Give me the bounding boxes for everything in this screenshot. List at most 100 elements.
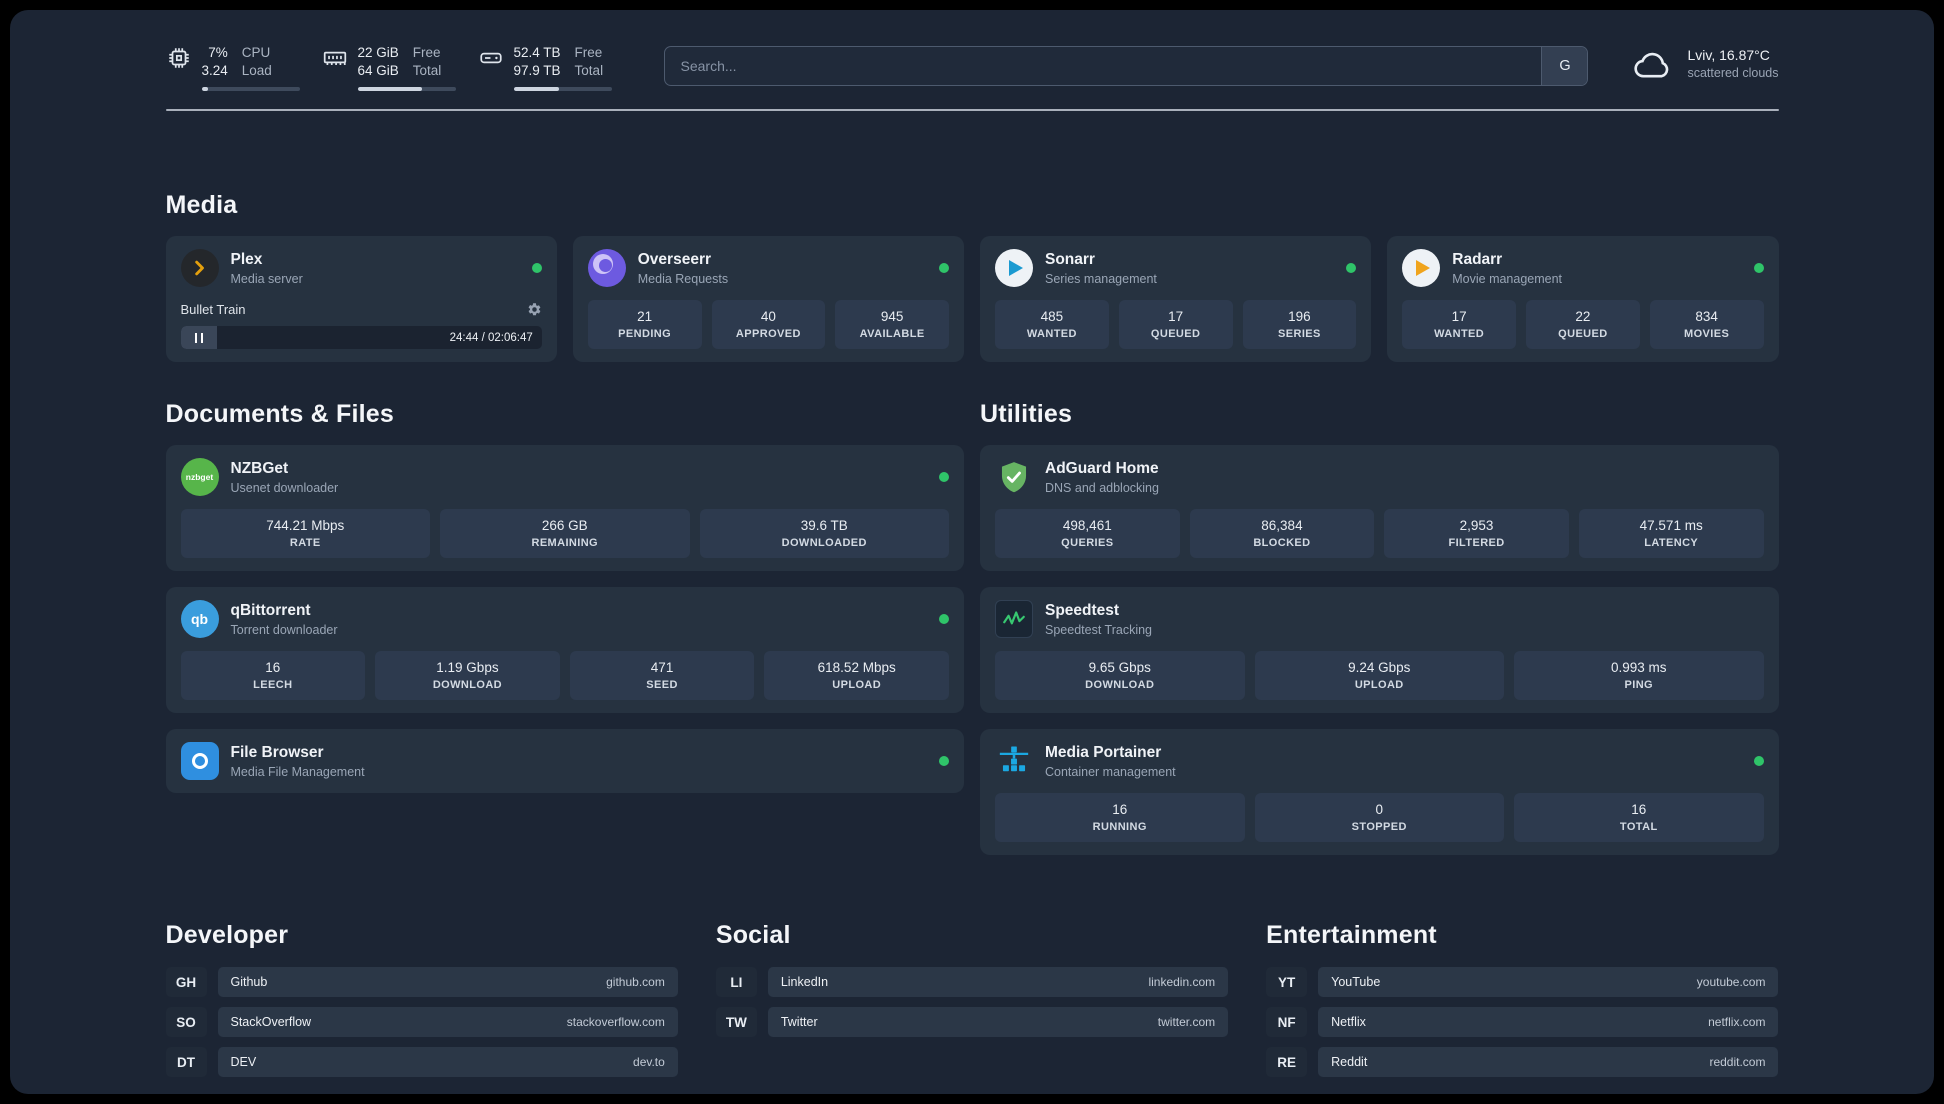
stat-label: WANTED (1026, 328, 1077, 341)
overseerr-app-link[interactable]: Overseerr Media Requests (587, 249, 949, 288)
search-input[interactable] (664, 47, 1542, 85)
stat-tile: 21 PENDING (587, 300, 702, 350)
stat-tile: 834 MOVIES (1649, 300, 1764, 350)
app-card-plex: Plex Media server Bullet Train 24:44 / 0… (165, 236, 557, 363)
settings-gear-icon[interactable] (527, 302, 542, 317)
stat-value: 0 (1375, 802, 1383, 818)
bookmark-url: twitter.com (1157, 1015, 1216, 1030)
weather-widget[interactable]: Lviv, 16.87°C scattered clouds (1632, 46, 1779, 80)
bookmark-link[interactable]: YouTube youtube.com (1318, 967, 1779, 998)
status-dot (531, 263, 542, 274)
app-subtitle: Movie management (1452, 271, 1563, 286)
stat-label: RUNNING (1092, 821, 1147, 834)
speedtest-app-link[interactable]: Speedtest Speedtest Tracking (995, 600, 1764, 639)
stat-label: LATENCY (1644, 537, 1699, 550)
stat-label: WANTED (1434, 328, 1485, 341)
app-name: File Browser (230, 743, 324, 761)
portainer-stats: 16 RUNNING 0 STOPPED 16 TOTAL (995, 780, 1764, 843)
status-dot (939, 263, 949, 274)
filebrowser-app-link[interactable]: File Browser Media File Management (180, 742, 949, 781)
resource-widgets: 7% 3.24 CPU Load 22 GiB 64 GiB Free Tota… (166, 44, 612, 92)
ram-icon (322, 45, 348, 71)
section-documents: Documents & Files nzbget NZBGet Usenet d… (165, 400, 964, 855)
bookmark-name: LinkedIn (780, 975, 829, 990)
stat-tile: 2,953 FILTERED (1384, 509, 1569, 559)
nzbget-app-link[interactable]: nzbget NZBGet Usenet downloader (180, 458, 949, 497)
bookmark-name: StackOverflow (230, 1015, 312, 1030)
adguard-stats: 498,461 QUERIES 86,384 BLOCKED 2,953 FILTERED… (995, 496, 1764, 559)
bookmark-link[interactable]: Reddit reddit.com (1318, 1047, 1779, 1078)
stat-label: DOWNLOADED (781, 537, 867, 550)
stat-value: 744.21 Mbps (266, 518, 345, 534)
pause-button[interactable] (180, 326, 217, 350)
stat-value: 9.24 Gbps (1348, 660, 1411, 676)
stat-label: PING (1624, 679, 1653, 692)
cpu-label-1: CPU (241, 45, 271, 60)
bookmark-link[interactable]: LinkedIn linkedin.com (767, 967, 1229, 998)
stat-tile: 40 APPROVED (711, 300, 826, 350)
stat-value: 9.65 Gbps (1088, 660, 1151, 676)
section-title-documents: Documents & Files (165, 400, 394, 429)
bookmark-link[interactable]: StackOverflow stackoverflow.com (217, 1007, 678, 1038)
cloud-icon (1632, 47, 1674, 79)
bookmark-url: reddit.com (1709, 1055, 1766, 1070)
sonarr-stats: 485 WANTED 17 QUEUED 196 SERIES (995, 287, 1357, 350)
stat-label: QUEUED (1558, 328, 1608, 341)
bookmark-row: YT YouTube youtube.com (1266, 967, 1779, 998)
ram-free-value: 22 GiB (357, 45, 399, 60)
search-engine-button[interactable]: G (1541, 47, 1588, 85)
stat-value: 2,953 (1459, 518, 1494, 534)
stat-label: FILTERED (1448, 537, 1505, 550)
bookmark-row: TW Twitter twitter.com (715, 1007, 1229, 1038)
stat-tile: 485 WANTED (995, 300, 1109, 350)
bookmark-link[interactable]: Twitter twitter.com (767, 1007, 1229, 1038)
disk-label-2: Total (574, 63, 604, 79)
app-name: Media Portainer (1045, 743, 1162, 761)
adguard-app-link[interactable]: AdGuard Home DNS and adblocking (995, 458, 1764, 496)
sonarr-app-link[interactable]: Sonarr Series management (995, 249, 1357, 288)
plex-app-link[interactable]: Plex Media server (180, 249, 542, 288)
stat-tile: 86,384 BLOCKED (1189, 509, 1375, 559)
disk-progress-bar (513, 87, 612, 92)
player-progress[interactable]: 24:44 / 02:06:47 (180, 326, 542, 350)
app-subtitle: Series management (1045, 271, 1157, 286)
portainer-app-link[interactable]: Media Portainer Container management (995, 742, 1764, 780)
radarr-app-link[interactable]: Radarr Movie management (1402, 249, 1764, 288)
disk-icon (478, 45, 504, 71)
overseerr-stats: 21 PENDING 40 APPROVED 945 AVAILABLE (587, 287, 949, 350)
stat-tile: 39.6 TB DOWNLOADED (699, 509, 949, 559)
stat-value: 16 (1631, 802, 1647, 818)
qbittorrent-app-link[interactable]: qb qBittorrent Torrent downloader (180, 600, 949, 639)
app-subtitle: Usenet downloader (230, 480, 339, 495)
filebrowser-icon (180, 742, 219, 781)
stat-tile: 16 LEECH (180, 651, 366, 701)
app-subtitle: Container management (1045, 764, 1176, 779)
section-utilities: Utilities AdGuard Home DNS and adblockin… (980, 400, 1779, 856)
status-dot (939, 756, 949, 767)
bookmark-name: Reddit (1331, 1055, 1368, 1070)
stat-label: AVAILABLE (859, 328, 925, 341)
stat-label: SERIES (1278, 328, 1321, 341)
app-name: Sonarr (1045, 250, 1095, 268)
search-bar: G (663, 46, 1589, 86)
speedtest-stats: 9.65 Gbps DOWNLOAD 9.24 Gbps UPLOAD 0.993 ms… (995, 638, 1764, 701)
speedtest-icon (995, 600, 1033, 639)
bookmark-link[interactable]: Netflix netflix.com (1318, 1007, 1779, 1038)
stat-label: APPROVED (735, 328, 801, 341)
sonarr-icon (995, 249, 1033, 288)
stat-value: 40 (760, 309, 776, 325)
stat-label: BLOCKED (1253, 537, 1311, 550)
bookmark-link[interactable]: DEV dev.to (217, 1047, 678, 1078)
stat-tile: 744.21 Mbps RATE (180, 509, 430, 559)
bookmark-name: DEV (230, 1055, 257, 1070)
bookmark-url: linkedin.com (1148, 975, 1216, 990)
disk-label-1: Free (574, 45, 603, 60)
status-dot (939, 614, 949, 625)
stat-tile: 266 GB REMAINING (440, 509, 690, 559)
stat-value: 618.52 Mbps (817, 660, 896, 676)
stat-tile: 17 QUEUED (1118, 300, 1233, 350)
bookmark-row: DT DEV dev.to (165, 1047, 678, 1078)
bookmark-abbr: TW (715, 1007, 757, 1038)
bookmark-link[interactable]: Github github.com (217, 967, 678, 998)
section-entertainment: Entertainment YT YouTube youtube.com NF Netf… (1266, 921, 1779, 1078)
